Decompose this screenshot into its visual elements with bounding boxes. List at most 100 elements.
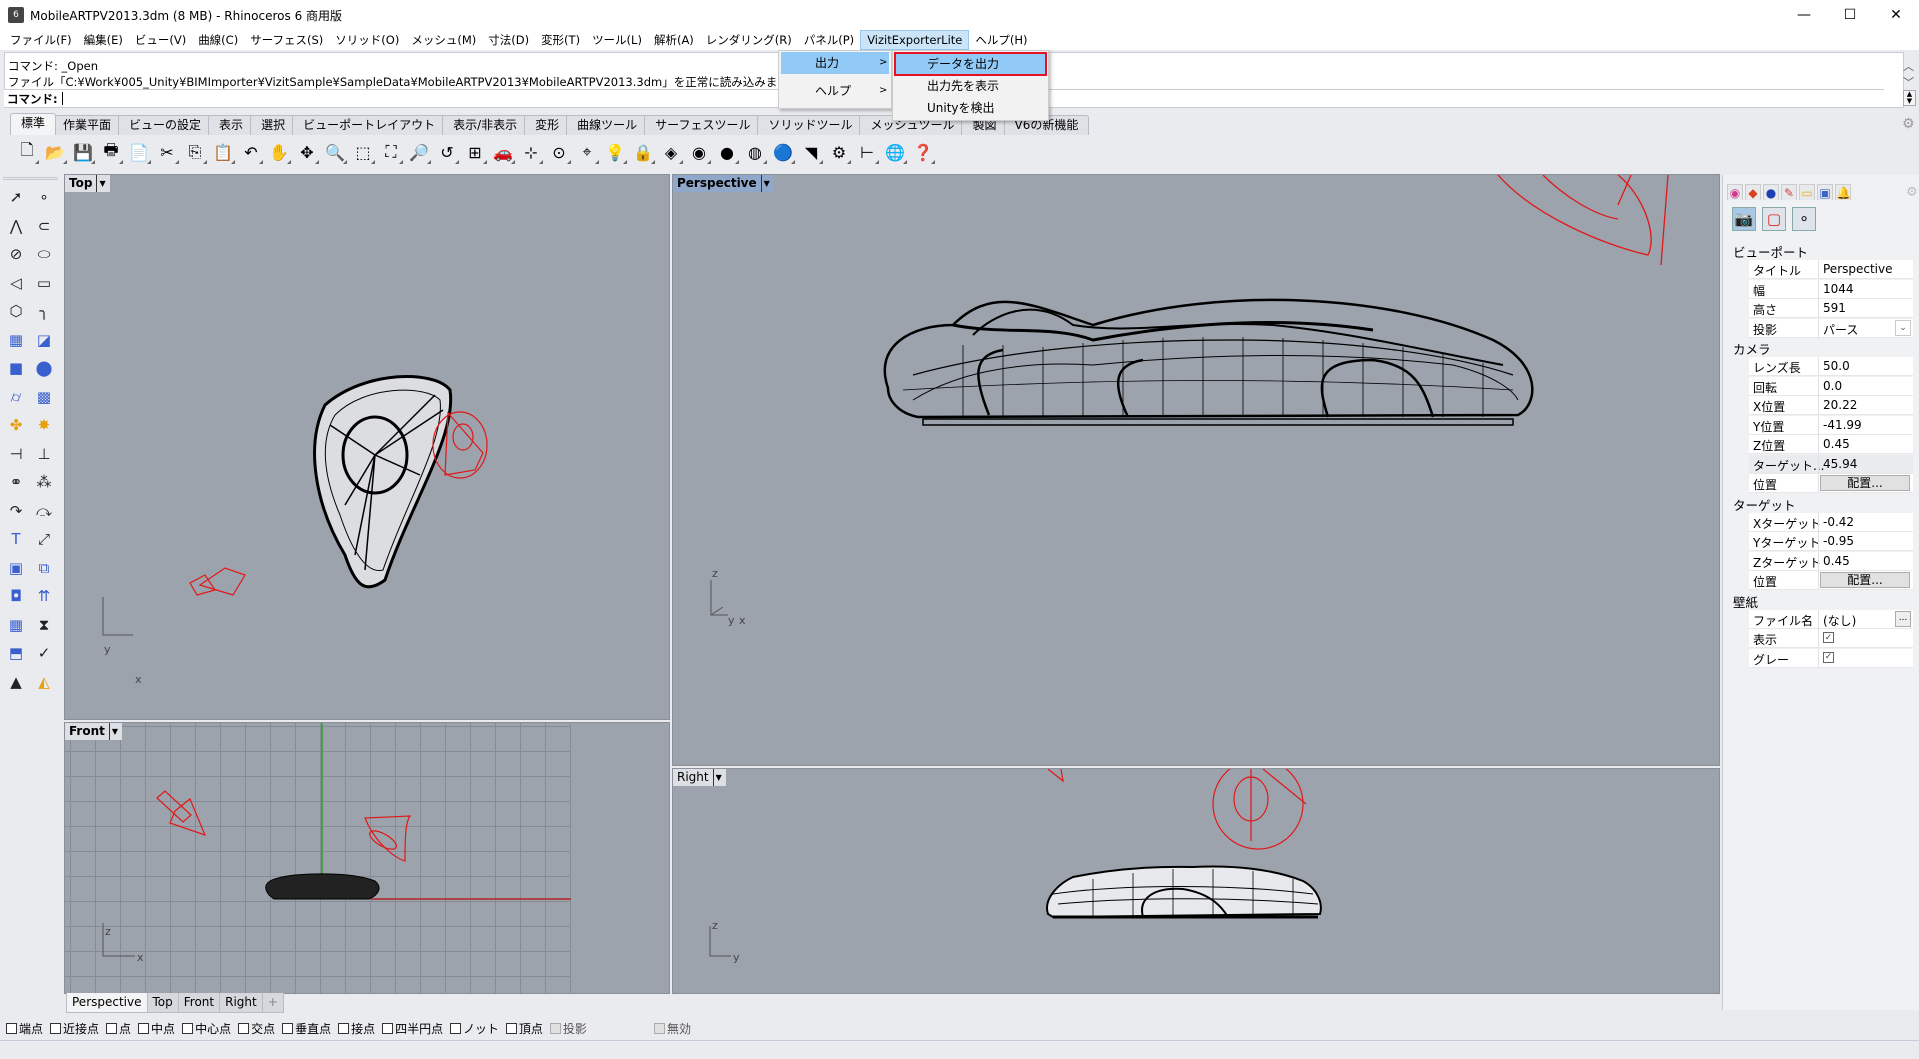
cage-edit-icon[interactable]: ⬒ [3, 641, 29, 665]
checkbox-box[interactable] [182, 1022, 194, 1034]
render-icon[interactable]: 🔵 [770, 139, 796, 165]
command-spinner[interactable]: ▲ ▼ [1903, 90, 1916, 106]
shapes-icon[interactable]: ▲ [3, 670, 29, 694]
zoom-selected-icon[interactable]: 🔎 [406, 139, 432, 165]
menu-tools[interactable]: ツール(L) [586, 30, 648, 50]
property-checkbox[interactable]: ✓ [1823, 651, 1834, 663]
property-value[interactable]: -0.95 [1823, 534, 1854, 548]
camera-icon[interactable]: 📷 [1732, 207, 1756, 231]
osnap-checkbox[interactable]: 中点 [138, 1020, 175, 1037]
rectangle-frame-icon[interactable]: ▢ [1762, 207, 1786, 231]
menu-mesh[interactable]: メッシュ(M) [405, 30, 482, 50]
options-gear-icon[interactable]: ⚙ [826, 139, 852, 165]
layer-icon[interactable]: ◈ [658, 139, 684, 165]
tab-set-view[interactable]: ビューの設定 [118, 115, 213, 135]
projection-dropdown-icon[interactable]: ⌄ [1895, 319, 1911, 336]
spheres-icon[interactable]: ⚬ [1792, 207, 1816, 231]
osnap-checkbox[interactable]: ノット [450, 1020, 499, 1037]
scale-icon[interactable]: ⤢ [31, 527, 57, 551]
cut-icon[interactable]: ✂ [154, 139, 180, 165]
undo-view-icon[interactable]: ↺ [434, 139, 460, 165]
zoom-extents-icon[interactable]: ⛶ [378, 139, 404, 165]
color-wheel-icon[interactable]: ◉ [1727, 184, 1743, 200]
polyline-icon[interactable]: ⋀ [3, 214, 29, 238]
menu-item-output[interactable]: 出力 > [781, 52, 889, 74]
osnap-checkbox[interactable]: 無効 [653, 1020, 691, 1037]
help-icon[interactable]: ❓ [910, 139, 936, 165]
osnap-checkbox[interactable]: 端点 [6, 1020, 43, 1037]
checkbox-box[interactable] [282, 1022, 294, 1034]
scroll-down-icon[interactable]: ﹀ [1903, 74, 1914, 90]
osnap-checkbox[interactable]: 垂直点 [282, 1020, 331, 1037]
tab-transform[interactable]: 変形 [524, 115, 571, 135]
checkbox-box[interactable] [382, 1022, 394, 1034]
checkbox-box[interactable] [238, 1022, 250, 1034]
menu-help[interactable]: ヘルプ(H) [969, 30, 1033, 50]
tab-curve-tools[interactable]: 曲線ツール [566, 115, 649, 135]
curve-cv-icon[interactable]: ⊂ [31, 214, 57, 238]
property-value[interactable]: -41.99 [1823, 418, 1862, 432]
layers-icon[interactable]: ◆ [1745, 184, 1761, 200]
rebuild-curve-icon[interactable]: ⤼ [31, 499, 57, 523]
checkbox-box[interactable] [50, 1022, 62, 1034]
zoom-window-icon[interactable]: ⬚ [350, 139, 376, 165]
four-viewports-icon[interactable]: ⊞ [462, 139, 488, 165]
surface-from-points-icon[interactable]: ▦ [3, 328, 29, 352]
osnap-checkbox[interactable]: 頂点 [505, 1020, 543, 1037]
mesh-icon[interactable]: ▩ [31, 385, 57, 409]
menu-dimension[interactable]: 寸法(D) [482, 30, 535, 50]
place-button[interactable]: 配置... [1820, 572, 1910, 588]
import-icon[interactable]: 📄 [126, 139, 152, 165]
cplane-icon[interactable]: ⊹ [518, 139, 544, 165]
close-button[interactable]: ✕ [1873, 0, 1919, 30]
menu-item-show-output-location[interactable]: 出力先を表示 [895, 75, 1045, 97]
extrude-surface-icon[interactable]: ◪ [31, 328, 57, 352]
offset-curve-icon[interactable]: ↷ [3, 499, 29, 523]
command-input-caret[interactable] [62, 92, 63, 105]
viewport-front[interactable]: Front ▼ z x [64, 722, 670, 994]
osnap-checkbox[interactable]: 中心点 [182, 1020, 231, 1037]
tab-solid-tools[interactable]: ソリッドツール [757, 115, 864, 135]
cylinder-icon[interactable]: ⌭ [3, 385, 29, 409]
checkbox-box[interactable] [505, 1022, 517, 1034]
named-views-icon[interactable]: 🚗 [490, 139, 516, 165]
print-icon[interactable]: 🖶 [98, 139, 124, 165]
shaded-sphere-icon[interactable]: ● [714, 139, 740, 165]
fillet-curve-icon[interactable]: ╮ [31, 299, 57, 323]
property-value[interactable]: 20.22 [1823, 398, 1857, 412]
menu-item-export-data[interactable]: データを出力 [894, 52, 1047, 76]
property-value[interactable]: 0.45 [1823, 554, 1850, 568]
osnap-checkbox[interactable]: 点 [106, 1020, 131, 1037]
split-icon[interactable]: ⊥ [31, 442, 57, 466]
sphere-icon[interactable]: ⬤ [31, 356, 57, 380]
render-sphere-icon[interactable]: ● [1763, 184, 1779, 200]
osnap-checkbox[interactable]: 投影 [549, 1020, 587, 1037]
osnap-checkbox[interactable]: 近接点 [50, 1020, 99, 1037]
checkbox-box[interactable] [106, 1022, 118, 1034]
pan-hand-icon[interactable]: ✋ [266, 139, 292, 165]
trim-icon[interactable]: ⊣ [3, 442, 29, 466]
dimension-icon[interactable]: ⊢ [854, 139, 880, 165]
place-button[interactable]: 配置... [1820, 475, 1910, 491]
lock-icon[interactable]: 🔒 [630, 139, 656, 165]
new-file-icon[interactable]: 🗋 [14, 139, 40, 165]
menu-analyze[interactable]: 解析(A) [648, 30, 700, 50]
checkbox-box[interactable] [450, 1022, 462, 1034]
select-arrow-icon[interactable]: ➚ [3, 185, 29, 209]
property-value[interactable]: -0.42 [1823, 515, 1854, 529]
extrude-icon[interactable]: ⇈ [31, 584, 57, 608]
tab-standard[interactable]: 標準 [10, 113, 57, 135]
viewport-top[interactable]: Top ▼ y x [64, 174, 670, 720]
menu-view[interactable]: ビュー(V) [129, 30, 192, 50]
viewport-right[interactable]: Right ▼ z y [672, 768, 1720, 994]
cone-light-icon[interactable]: ◥ [798, 139, 824, 165]
menu-edit[interactable]: 編集(E) [78, 30, 129, 50]
viewport-tab-top[interactable]: Top [146, 993, 179, 1013]
select-icon[interactable]: ⌖ [574, 139, 600, 165]
property-checkbox[interactable]: ✓ [1823, 632, 1834, 643]
explode-icon[interactable]: ✸ [31, 413, 57, 437]
property-value[interactable]: 1044 [1823, 282, 1854, 296]
browse-file-button[interactable]: ... [1895, 610, 1911, 627]
menu-curve[interactable]: 曲線(C) [192, 30, 244, 50]
open-folder-icon[interactable]: 📂 [42, 139, 68, 165]
